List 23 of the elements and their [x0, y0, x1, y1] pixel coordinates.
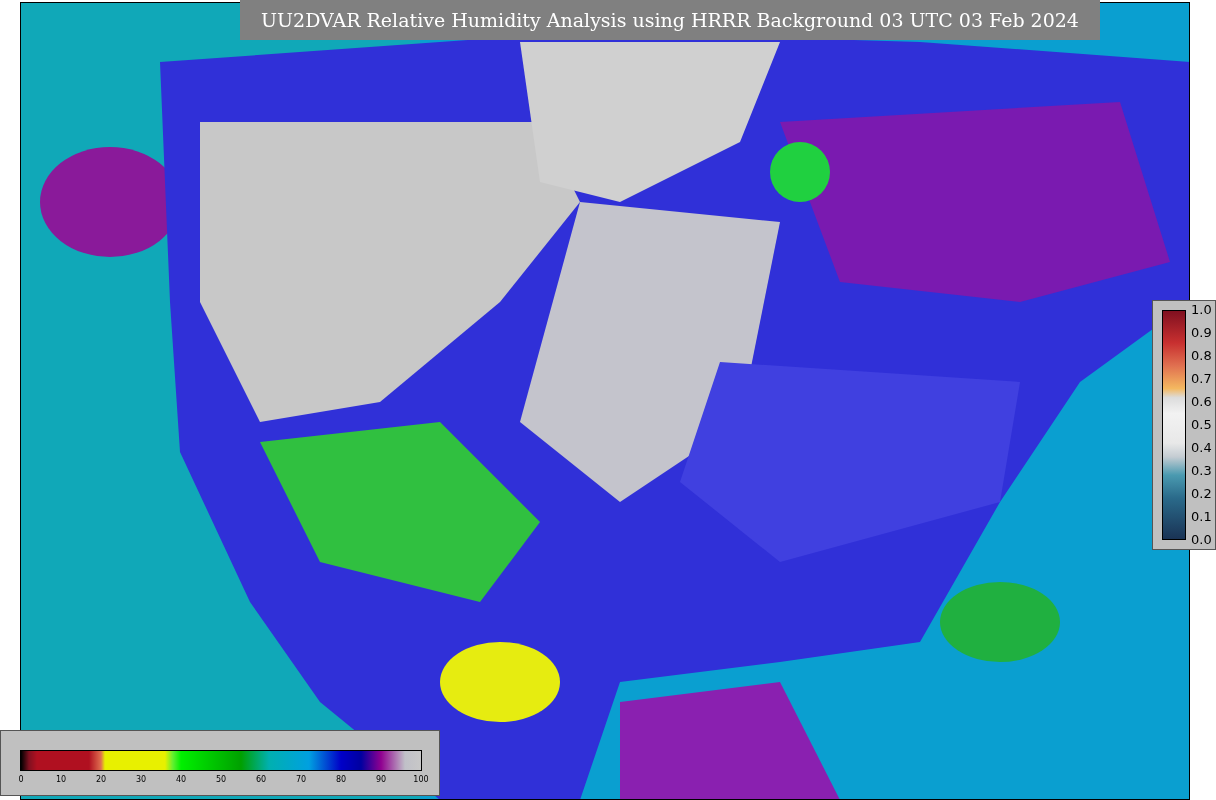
scale-tick-label: 0.6 [1191, 395, 1212, 409]
scale-tick-label: 30 [135, 775, 147, 785]
scale-tick-label: 1.0 [1191, 303, 1212, 317]
scale-tick-label: 0.5 [1191, 418, 1212, 432]
scale-tick-label: 90 [375, 775, 387, 785]
scale-tick-label: 70 [295, 775, 307, 785]
scale-tick-label: 0.0 [1191, 533, 1212, 547]
scale-tick-label: 50 [215, 775, 227, 785]
scale-tick-label: 0.2 [1191, 487, 1212, 501]
scale-tick-label: 0.4 [1191, 441, 1212, 455]
scale-tick-label: 10 [55, 775, 67, 785]
scale-tick-label: 0.9 [1191, 326, 1212, 340]
scale-tick-label: 20 [95, 775, 107, 785]
scale-tick-label: 60 [255, 775, 267, 785]
scale-tick-label: 0.8 [1191, 349, 1212, 363]
scale-tick-label: 40 [175, 775, 187, 785]
scale-tick-label: 0.1 [1191, 510, 1212, 524]
map-title: UU2DVAR Relative Humidity Analysis using HRRR Background 03 UTC 03 Feb 2024 [240, 0, 1100, 40]
scale-tick-label: 0.7 [1191, 372, 1212, 386]
scale-tick-label: 0.3 [1191, 464, 1212, 478]
scale-tick-label: 80 [335, 775, 347, 785]
scale-tick-label: 0 [18, 775, 24, 785]
scale-tick-label: 100 [413, 775, 429, 785]
